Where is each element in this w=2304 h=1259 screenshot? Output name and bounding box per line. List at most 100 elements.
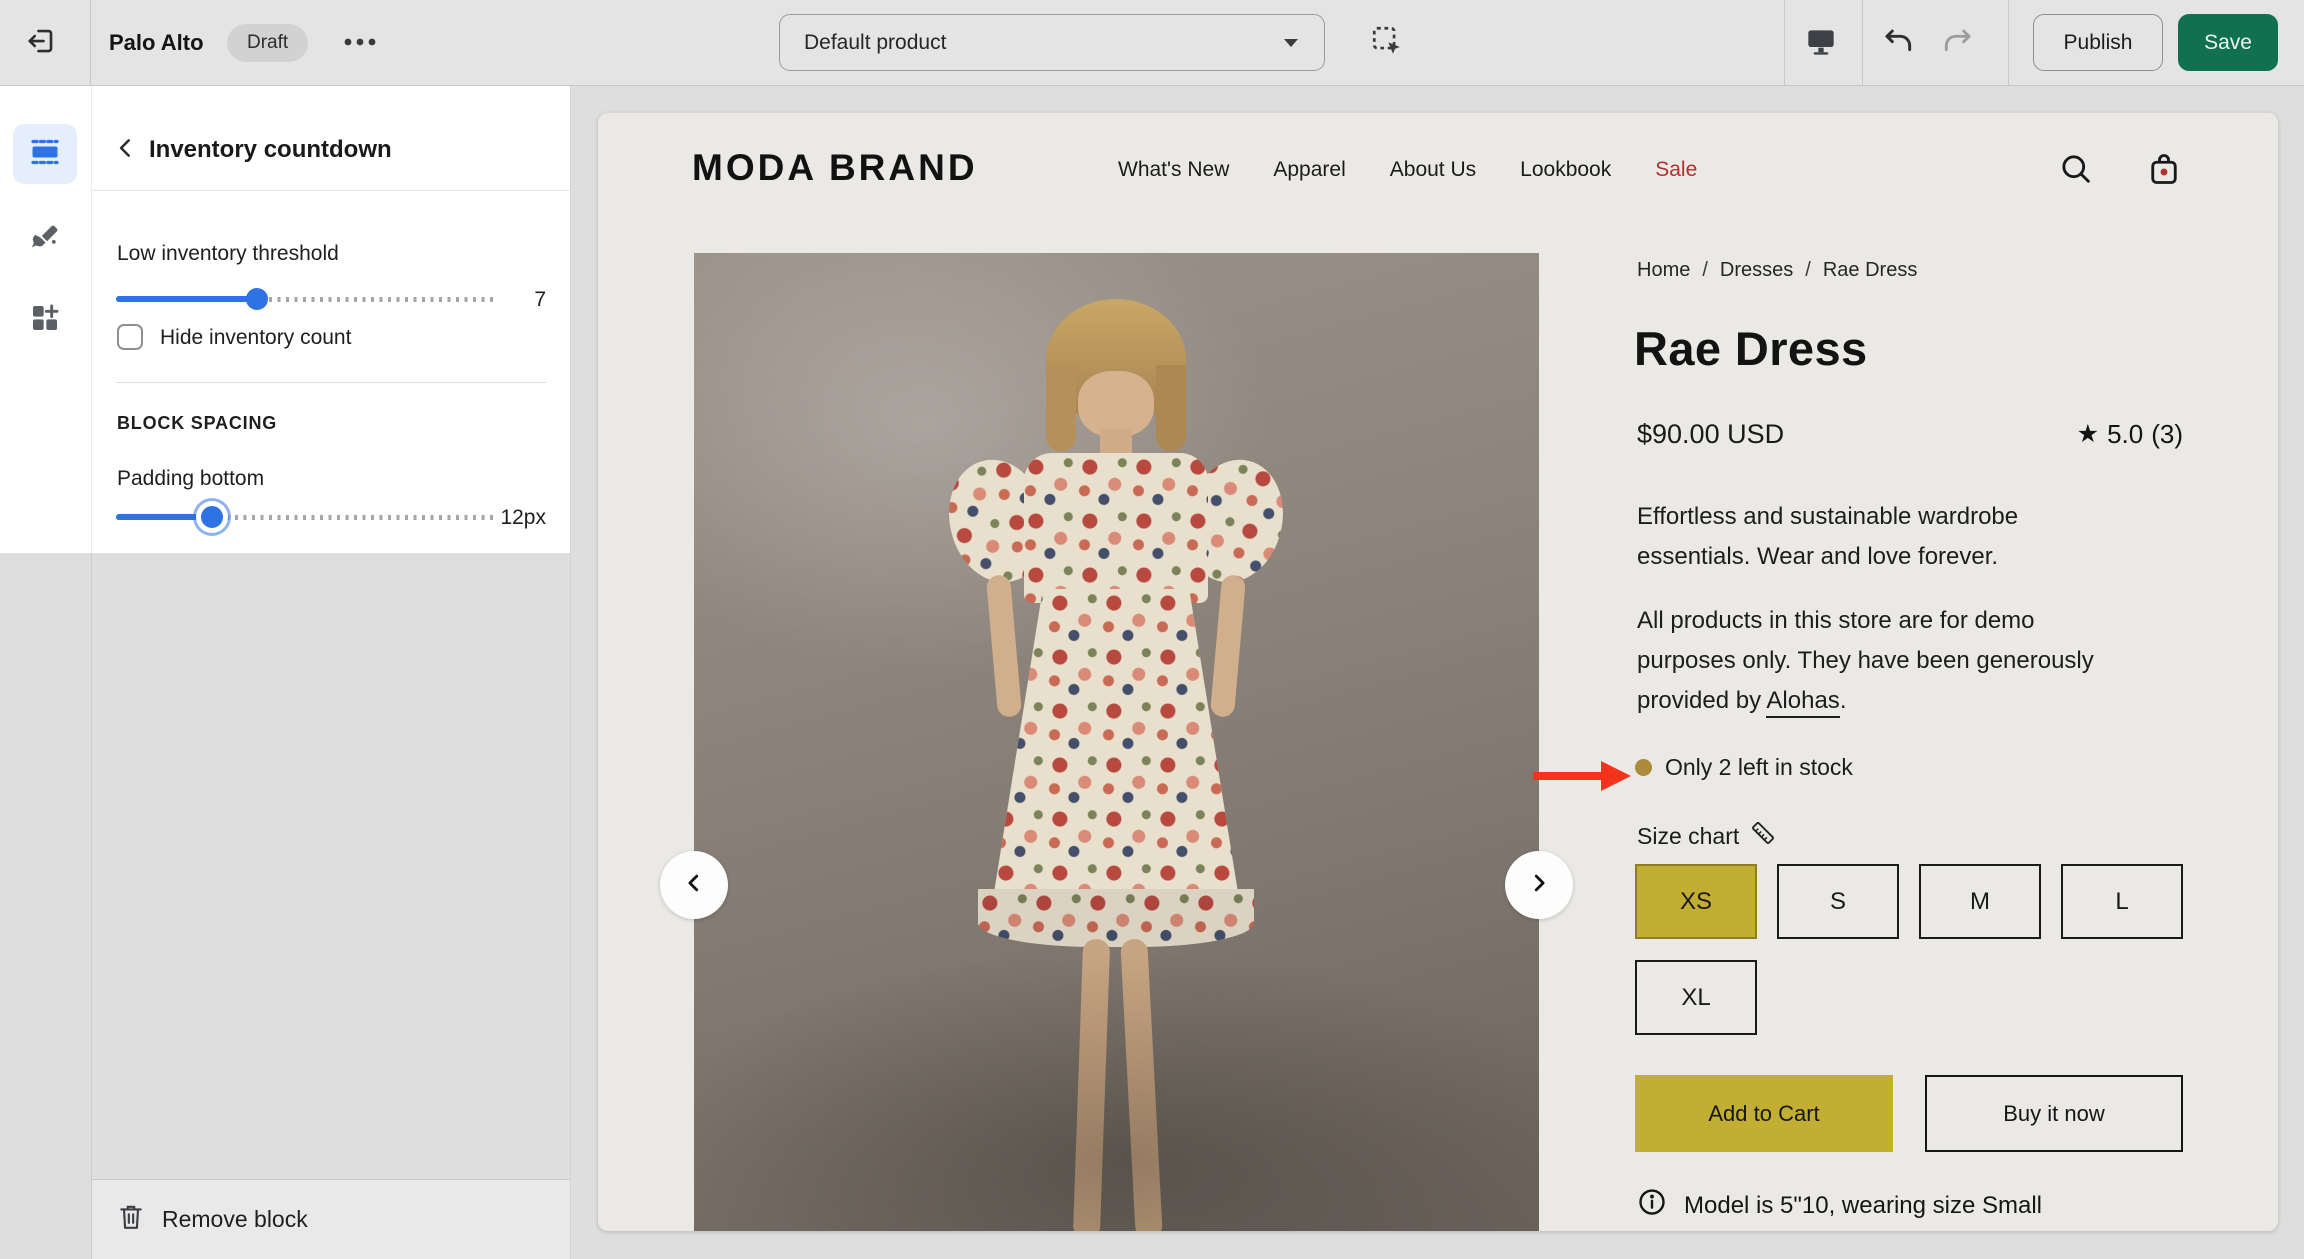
redo-button[interactable]: [1934, 20, 1980, 66]
remove-block-button[interactable]: Remove block: [92, 1179, 570, 1259]
description-text: provided by: [1637, 687, 1766, 714]
editor-sidebar: Inventory countdown Low inventory thresh…: [0, 86, 570, 553]
topbar-divider: [2008, 0, 2009, 85]
block-spacing-heading: BLOCK SPACING: [117, 413, 277, 434]
apps-icon: [29, 302, 61, 339]
breadcrumb-dresses[interactable]: Dresses: [1720, 259, 1793, 282]
remove-block-label: Remove block: [162, 1206, 308, 1233]
description-line: purposes only. They have been generously: [1637, 641, 2157, 681]
store-nav: What's New Apparel About Us Lookbook Sal…: [1118, 113, 1697, 227]
storefront-preview: MODA BRAND What's New Apparel About Us L…: [598, 113, 2278, 1231]
low-inventory-slider[interactable]: [116, 287, 498, 311]
theme-editor-window: Palo Alto Draft Default product: [0, 0, 2304, 1259]
model-note-text: Model is 5"10, wearing size Small: [1684, 1192, 2042, 1220]
inspect-element-button[interactable]: [1362, 18, 1412, 68]
add-to-cart-button[interactable]: Add to Cart: [1635, 1075, 1893, 1152]
description-text: .: [1840, 687, 1847, 714]
sidebar-item-sections[interactable]: [13, 124, 77, 184]
hide-inventory-label: Hide inventory count: [160, 326, 351, 350]
breadcrumb-separator: /: [1805, 259, 1811, 282]
carousel-next-button[interactable]: [1505, 851, 1573, 919]
size-option-m[interactable]: M: [1919, 864, 2041, 939]
publish-button[interactable]: Publish: [2033, 14, 2163, 71]
chevron-down-icon: [1282, 31, 1300, 55]
description-line: provided by Alohas.: [1637, 681, 2157, 721]
topbar-divider: [90, 0, 91, 85]
alohas-link[interactable]: Alohas: [1766, 687, 1839, 718]
store-logo[interactable]: MODA BRAND: [692, 147, 978, 189]
nav-item-sale[interactable]: Sale: [1655, 158, 1697, 182]
breadcrumb-separator: /: [1702, 259, 1708, 282]
save-button[interactable]: Save: [2178, 14, 2278, 71]
nav-item-lookbook[interactable]: Lookbook: [1520, 158, 1611, 182]
redo-icon: [1941, 25, 1973, 62]
floor-shadow: [694, 951, 1539, 1231]
undo-icon: [1883, 25, 1915, 62]
product-description: Effortless and sustainable wardrobe esse…: [1637, 497, 2157, 577]
selection-tool-icon: [1370, 24, 1404, 63]
carousel-prev-button[interactable]: [660, 851, 728, 919]
exit-editor-button[interactable]: [18, 20, 64, 66]
size-option-s[interactable]: S: [1777, 864, 1899, 939]
slider-fill: [116, 296, 257, 302]
product-image: [694, 253, 1539, 1231]
sidebar-divider: [91, 553, 92, 1259]
size-option-xs[interactable]: XS: [1635, 864, 1757, 939]
chevron-left-icon: [683, 872, 705, 899]
buy-it-now-button[interactable]: Buy it now: [1925, 1075, 2183, 1152]
size-chart-label: Size chart: [1637, 823, 1739, 850]
inventory-countdown-block: Only 2 left in stock: [1635, 753, 1853, 781]
more-icon: [343, 34, 377, 52]
padding-bottom-value: 12px: [466, 506, 546, 530]
low-inventory-label: Low inventory threshold: [117, 242, 339, 266]
page-selector-dropdown[interactable]: Default product: [779, 14, 1325, 71]
page-selector-value: Default product: [804, 31, 1282, 55]
back-button[interactable]: [106, 130, 146, 170]
nav-item-apparel[interactable]: Apparel: [1273, 158, 1345, 182]
exit-icon: [26, 26, 56, 61]
panel-divider: [92, 190, 570, 191]
cart-button[interactable]: [2144, 151, 2184, 191]
paintbrush-icon: [29, 222, 61, 259]
stock-note: Only 2 left in stock: [1665, 754, 1853, 781]
annotation-arrow: [1533, 759, 1633, 793]
theme-name: Palo Alto: [109, 0, 204, 85]
nav-item-whats-new[interactable]: What's New: [1118, 158, 1229, 182]
description-line: essentials. Wear and love forever.: [1637, 537, 2157, 577]
trash-icon: [92, 1203, 144, 1236]
info-icon: [1637, 1187, 1667, 1224]
model-note: Model is 5"10, wearing size Small: [1637, 1187, 2042, 1224]
chevron-left-icon: [113, 135, 139, 166]
low-inventory-value: 7: [466, 288, 546, 312]
search-button[interactable]: [2056, 151, 2096, 191]
editor-topbar: Palo Alto Draft Default product: [0, 0, 2304, 86]
desktop-icon: [1805, 25, 1837, 62]
size-chart-link[interactable]: Size chart: [1637, 819, 1777, 853]
slider-fill: [116, 514, 212, 520]
device-preview-button[interactable]: [1798, 20, 1844, 66]
nav-item-about-us[interactable]: About Us: [1390, 158, 1476, 182]
search-icon: [2058, 151, 2094, 192]
demo-disclaimer: All products in this store are for demo …: [1637, 601, 2157, 721]
padding-bottom-slider[interactable]: [116, 505, 498, 529]
rating-value: 5.0: [2107, 419, 2143, 450]
more-options-button[interactable]: [336, 22, 384, 64]
description-line: All products in this store are for demo: [1637, 601, 2157, 641]
rating-count: (3): [2151, 419, 2183, 450]
sidebar-item-theme-settings[interactable]: [13, 210, 77, 270]
breadcrumb-home[interactable]: Home: [1637, 259, 1690, 282]
star-icon: ★: [2077, 419, 2099, 450]
sidebar-item-apps[interactable]: [13, 290, 77, 350]
size-option-l[interactable]: L: [2061, 864, 2183, 939]
undo-button[interactable]: [1876, 20, 1922, 66]
panel-title: Inventory countdown: [149, 136, 392, 164]
stock-dot-icon: [1635, 759, 1652, 776]
size-option-xl[interactable]: XL: [1635, 960, 1757, 1035]
panel-divider: [116, 382, 546, 383]
slider-thumb[interactable]: [246, 288, 268, 310]
hide-inventory-checkbox[interactable]: [117, 324, 143, 350]
sidebar-divider: [570, 86, 571, 1259]
padding-bottom-label: Padding bottom: [117, 467, 264, 491]
product-rating[interactable]: ★ 5.0 (3): [1993, 419, 2183, 450]
slider-thumb[interactable]: [201, 506, 223, 528]
